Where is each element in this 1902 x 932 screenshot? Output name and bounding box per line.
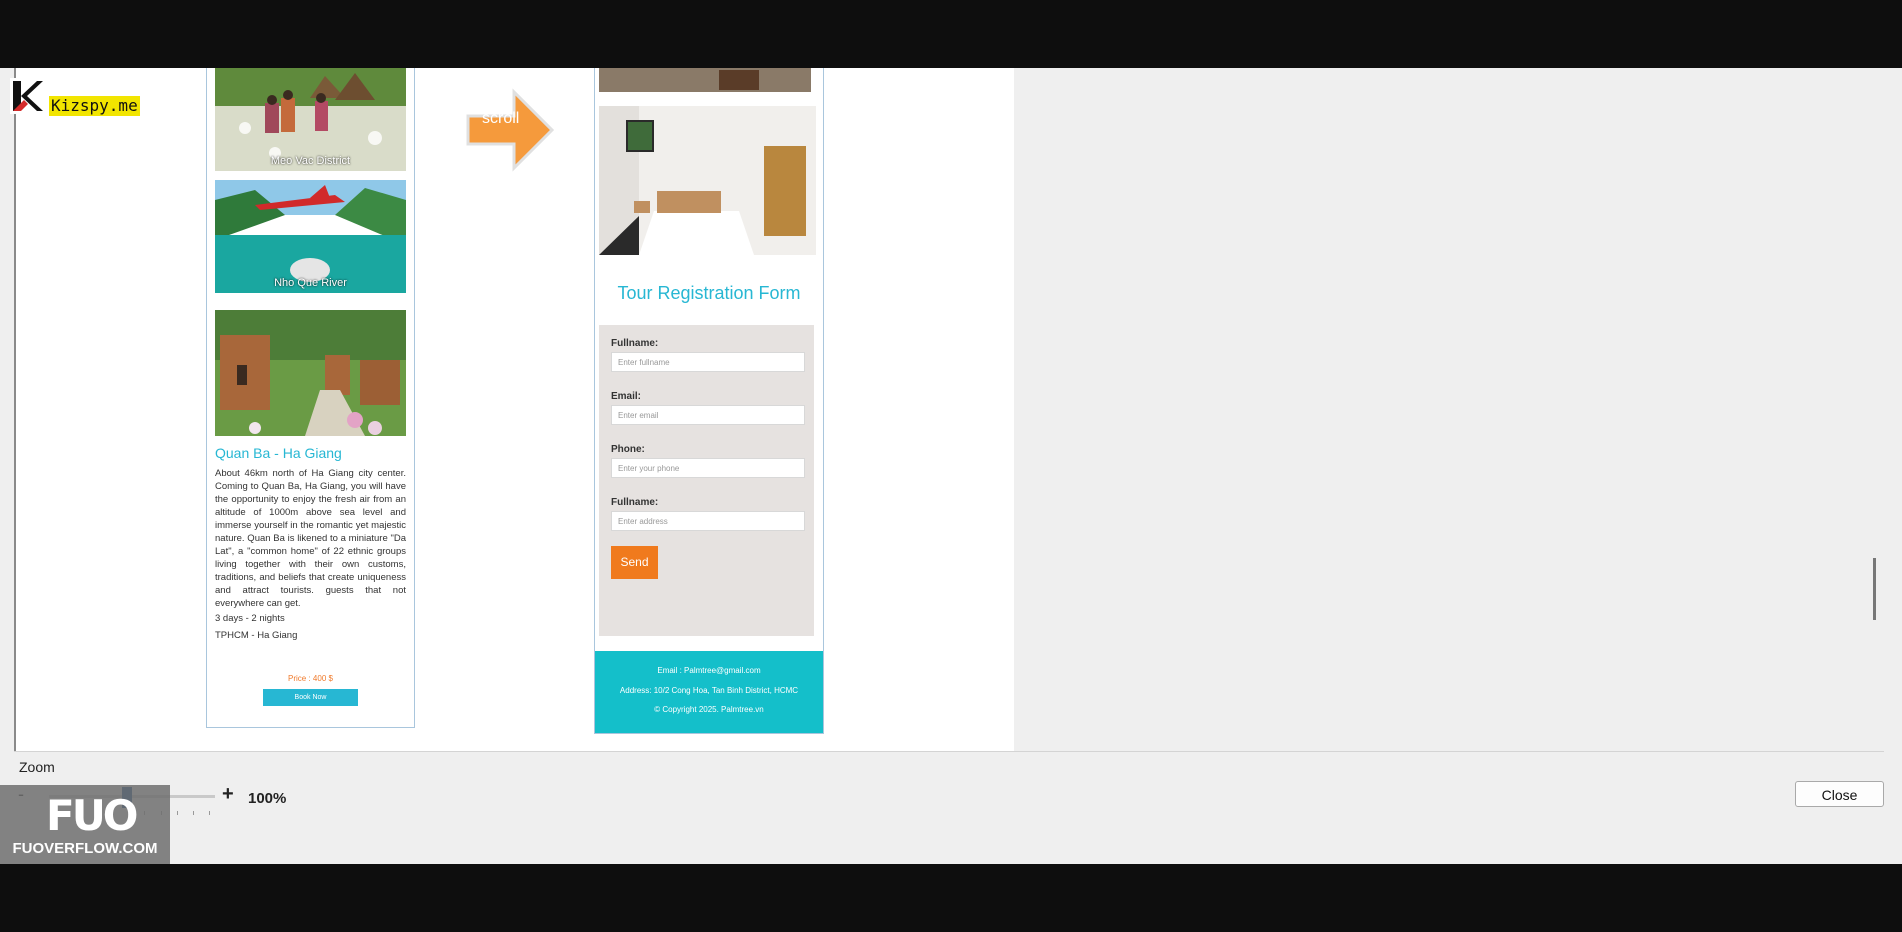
scroll-label: scroll [482, 110, 520, 127]
page-footer: Email : Palmtree@gmail.com Address: 10/2… [595, 651, 823, 733]
fuo-logo: FUO [46, 791, 138, 840]
fullname-input[interactable]: Enter fullname [611, 352, 805, 372]
preview-empty-area [1014, 68, 1864, 751]
scroll-arrow-icon [466, 88, 555, 172]
right-page-preview: Tour Registration Form Fullname: Enter f… [594, 68, 824, 734]
zoom-in-button[interactable]: + [222, 783, 234, 806]
tour-title: Quan Ba - Ha Giang [215, 445, 342, 461]
close-button[interactable]: Close [1795, 781, 1884, 807]
zoom-percentage: 100% [248, 790, 287, 807]
preview-window: Meo Vac District Nho Que River Quan Ba -… [0, 68, 1902, 864]
fuoverflow-watermark: FUO FUOVERFLOW.COM [0, 785, 170, 864]
zoom-label: Zoom [19, 759, 55, 775]
footer-copyright: © Copyright 2025. Palmtree.vn [654, 705, 764, 714]
tour-price: Price : 400 $ [288, 674, 333, 683]
hotel-room-image [599, 106, 816, 255]
bottom-letterbox [0, 864, 1902, 932]
scrollbar-thumb[interactable] [1873, 558, 1876, 620]
left-page-preview: Meo Vac District Nho Que River Quan Ba -… [206, 68, 415, 728]
tile-caption: Nho Que River [274, 277, 347, 289]
tour-description: About 46km north of Ha Giang city center… [215, 468, 406, 609]
fuo-text: FUOVERFLOW.COM [12, 840, 158, 857]
book-now-button[interactable]: Book Now [263, 689, 358, 706]
tour-route: TPHCM - Ha Giang [215, 630, 298, 641]
preview-frame: Meo Vac District Nho Que River Quan Ba -… [14, 68, 1016, 751]
phone-input[interactable]: Enter your phone [611, 458, 805, 478]
email-input[interactable]: Enter email [611, 405, 805, 425]
email-label: Email: [611, 391, 642, 402]
fullname-label: Fullname: [611, 338, 659, 349]
quan-ba-image [215, 310, 406, 436]
kizspy-logo-icon [10, 78, 45, 114]
address-input[interactable]: Enter address [611, 511, 805, 531]
hotel-room-image-top [599, 68, 811, 92]
address-label: Fullname: [611, 497, 659, 508]
nho-que-river-image: Nho Que River [215, 180, 406, 293]
meo-vac-image: Meo Vac District [215, 68, 406, 171]
tour-duration: 3 days - 2 nights [215, 613, 285, 624]
form-title: Tour Registration Form [617, 283, 801, 303]
registration-form: Fullname: Enter fullname Email: Enter em… [599, 325, 814, 636]
vertical-scrollbar[interactable] [1864, 68, 1884, 751]
tile-caption: Meo Vac District [270, 155, 351, 167]
kizspy-watermark: Kizspy.me [49, 96, 140, 116]
footer-address: Address: 10/2 Cong Hoa, Tan Binh Distric… [619, 686, 799, 695]
divider [14, 751, 1884, 752]
send-button[interactable]: Send [611, 546, 658, 579]
top-letterbox [0, 0, 1902, 68]
footer-email: Email : Palmtree@gmail.com [657, 666, 761, 675]
phone-label: Phone: [611, 444, 645, 455]
